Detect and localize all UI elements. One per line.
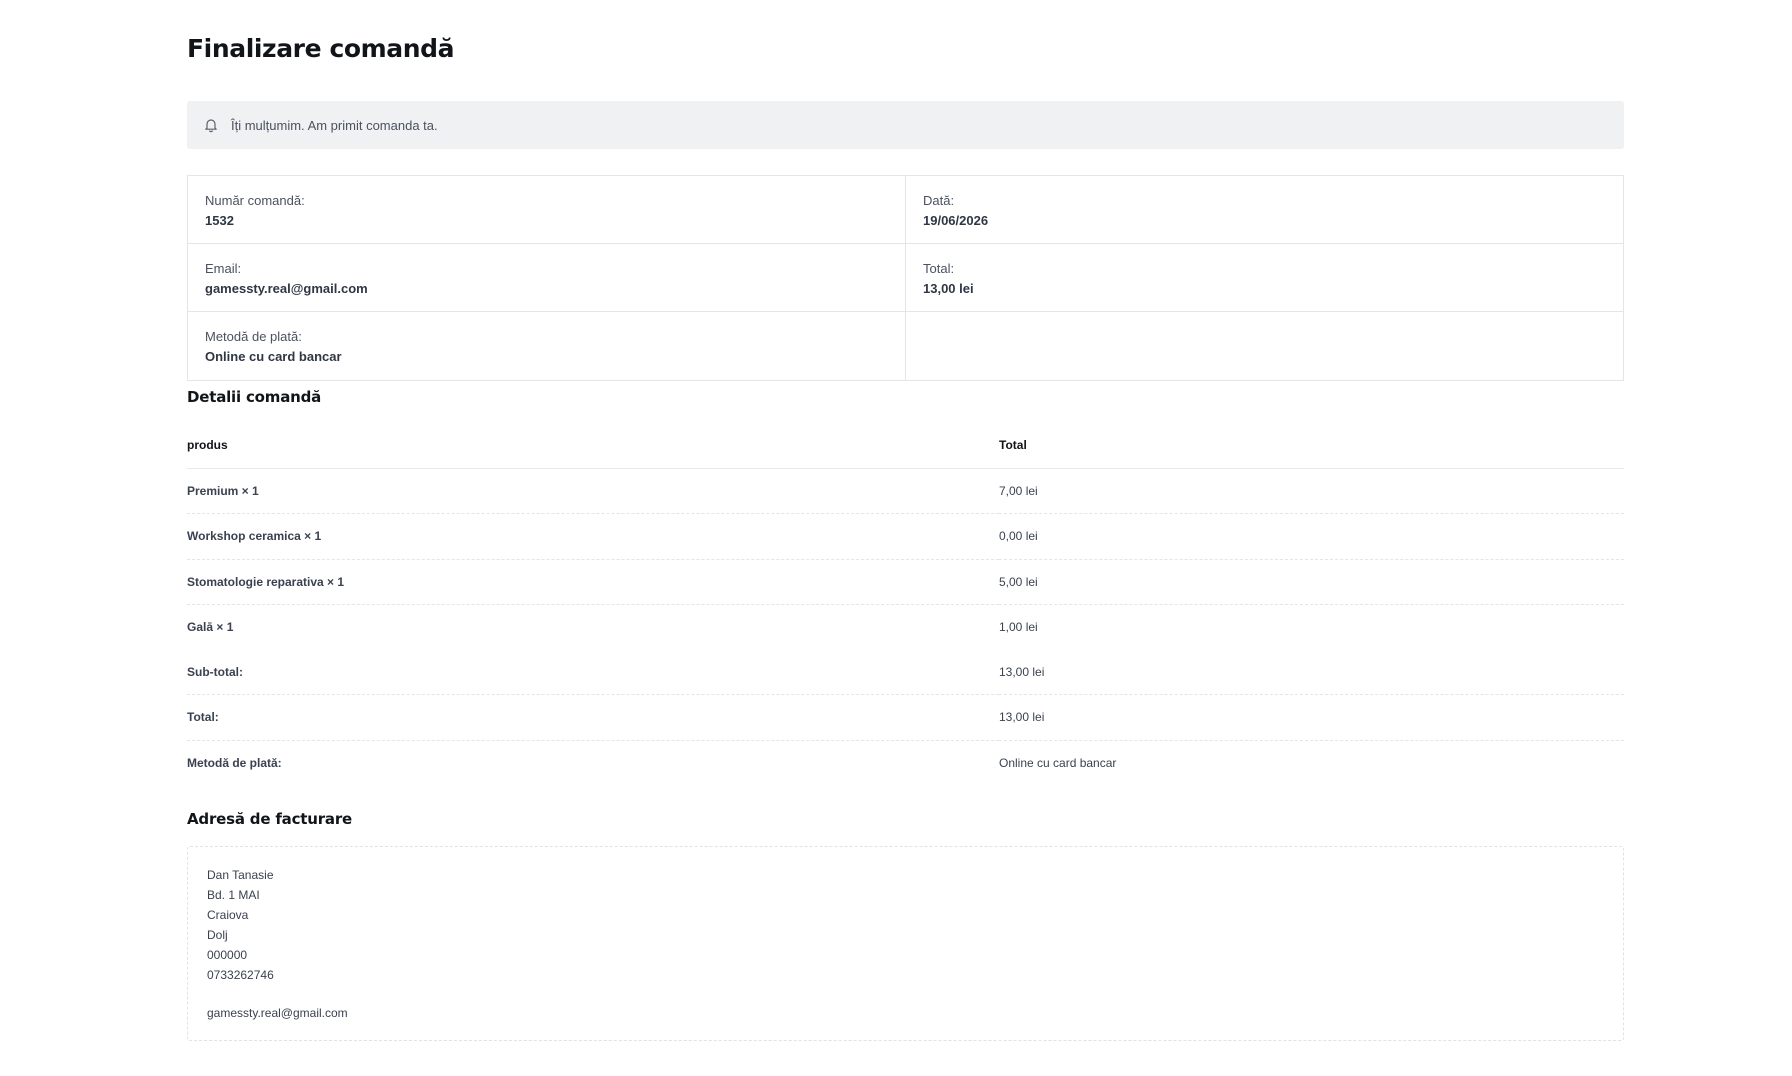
order-total-label: Total: — [923, 261, 955, 276]
subtotal-label: Sub-total: — [187, 649, 999, 695]
order-total-cell: Total: 13,00 lei — [906, 244, 1623, 312]
order-total-value: 13,00 lei — [923, 281, 974, 296]
order-overview: Număr comandă: 1532 Dată: 19/06/2026 Ema… — [187, 175, 1624, 381]
notice-text: Îți mulțumim. Am primit comanda ta. — [231, 117, 438, 133]
order-notice: Îți mulțumim. Am primit comanda ta. — [187, 101, 1624, 149]
item-total: 0,00 lei — [999, 513, 1624, 560]
total-row: Total: 13,00 lei — [187, 694, 1624, 741]
order-email-label: Email: — [205, 261, 242, 276]
order-number-value: 1532 — [205, 213, 234, 228]
table-row: Galā × 1 1,00 lei — [187, 605, 1624, 650]
billing-email: gamessty.real@gmail.com — [207, 1006, 348, 1020]
table-header-row: produs Total — [187, 423, 1624, 469]
item-total: 5,00 lei — [999, 559, 1624, 605]
billing-postcode: 000000 — [207, 948, 248, 962]
billing-address: Dan Tanasie Bd. 1 MAI Craiova Dolj 00000… — [187, 846, 1624, 1041]
item-name: Stomatologie reparativa × 1 — [187, 559, 999, 605]
order-number-cell: Număr comandă: 1532 — [188, 176, 906, 244]
item-total: 1,00 lei — [999, 620, 1038, 635]
order-number-label: Număr comandă: — [205, 193, 305, 208]
empty-cell — [906, 312, 1623, 380]
billing-city: Craiova — [207, 908, 249, 922]
item-name: Workshop ceramica × 1 — [187, 513, 999, 560]
order-email-cell: Email: gamessty.real@gmail.com — [188, 244, 906, 312]
order-payment-cell: Metodă de plată: Online cu card bancar — [188, 312, 906, 380]
subtotal-row: Sub-total: 13,00 lei — [187, 649, 1624, 695]
total-label: Total: — [187, 694, 999, 741]
order-payment-label: Metodă de plată: — [205, 329, 302, 344]
item-name: Galā × 1 — [187, 620, 234, 635]
item-name: Premium × 1 — [187, 468, 999, 514]
billing-street: Bd. 1 MAI — [207, 888, 260, 902]
order-email-value: gamessty.real@gmail.com — [205, 281, 368, 296]
total-value: 13,00 lei — [999, 694, 1624, 741]
payment-method-row: Metodă de plată: Online cu card bancar — [187, 740, 1624, 785]
order-date-label: Dată: — [923, 193, 955, 208]
billing-county: Dolj — [207, 928, 228, 942]
total-column-header: Total — [999, 423, 1624, 469]
item-total: 7,00 lei — [999, 468, 1624, 514]
order-details-title: Detalii comandă — [187, 388, 322, 406]
billing-address-title: Adresă de facturare — [187, 810, 353, 828]
order-payment-value: Online cu card bancar — [205, 349, 342, 364]
product-column-header: produs — [187, 423, 999, 469]
payment-method-label: Metodă de plată: — [187, 755, 282, 770]
payment-method-value: Online cu card bancar — [999, 755, 1117, 770]
order-details-table: produs Total Premium × 1 7,00 lei Worksh… — [187, 423, 1624, 785]
table-row: Premium × 1 7,00 lei — [187, 468, 1624, 514]
page-title: Finalizare comandă — [187, 34, 455, 63]
billing-name: Dan Tanasie — [207, 868, 274, 882]
table-row: Stomatologie reparativa × 1 5,00 lei — [187, 559, 1624, 605]
table-row: Workshop ceramica × 1 0,00 lei — [187, 513, 1624, 560]
order-date-value: 19/06/2026 — [923, 213, 989, 228]
billing-phone: 0733262746 — [207, 968, 274, 982]
order-date-cell: Dată: 19/06/2026 — [906, 176, 1623, 244]
subtotal-value: 13,00 lei — [999, 649, 1624, 695]
bell-icon — [203, 117, 219, 133]
